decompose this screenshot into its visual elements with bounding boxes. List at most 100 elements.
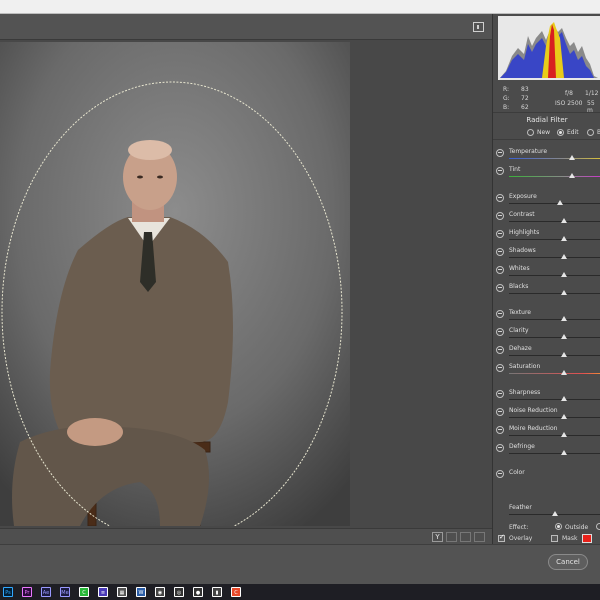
taskbar-app-icon[interactable]: C xyxy=(79,587,89,597)
slider-shadows[interactable]: Shadows xyxy=(493,245,600,263)
mask-checkbox[interactable] xyxy=(551,535,558,542)
slider-dehaze[interactable]: Dehaze xyxy=(493,343,600,361)
slider-whites[interactable]: Whites xyxy=(493,263,600,281)
whites-reset-icon[interactable] xyxy=(496,266,504,274)
noise-reduction-thumb[interactable] xyxy=(561,414,568,419)
taskbar: Ps Pr Ae Me C ≡ ▦ W ◉ ◎ ● ▮ C xyxy=(0,584,600,600)
highlights-reset-icon[interactable] xyxy=(496,230,504,238)
slider-texture[interactable]: Texture xyxy=(493,307,600,325)
slider-feather[interactable]: Feather xyxy=(493,502,600,520)
sharpness-track[interactable] xyxy=(509,399,600,400)
taskbar-app-icon[interactable]: ≡ xyxy=(98,587,108,597)
tint-thumb[interactable] xyxy=(568,173,575,178)
contrast-thumb[interactable] xyxy=(561,218,568,223)
taskbar-app-icon[interactable]: Ps xyxy=(3,587,13,597)
mask-color-swatch[interactable] xyxy=(582,534,592,543)
mode-brush-radio[interactable] xyxy=(587,129,594,136)
shadows-thumb[interactable] xyxy=(561,254,568,259)
tint-reset-icon[interactable] xyxy=(496,167,504,175)
taskbar-app-icon[interactable]: ◎ xyxy=(174,587,184,597)
noise-reduction-reset-icon[interactable] xyxy=(496,408,504,416)
mode-new-radio[interactable] xyxy=(527,129,534,136)
shadows-reset-icon[interactable] xyxy=(496,248,504,256)
highlights-thumb[interactable] xyxy=(561,236,568,241)
slider-saturation[interactable]: Saturation xyxy=(493,361,600,379)
whites-track[interactable] xyxy=(509,275,600,276)
taskbar-app-icon[interactable]: W xyxy=(136,587,146,597)
exposure-thumb[interactable] xyxy=(556,200,563,205)
highlights-track[interactable] xyxy=(509,239,600,240)
moire-reduction-thumb[interactable] xyxy=(561,432,568,437)
export-icon[interactable] xyxy=(473,22,484,32)
g-value: 72 xyxy=(521,95,529,102)
slider-sharpness[interactable]: Sharpness xyxy=(493,387,600,405)
taskbar-app-icon[interactable]: ● xyxy=(193,587,203,597)
b-value: 62 xyxy=(521,104,529,111)
dehaze-reset-icon[interactable] xyxy=(496,346,504,354)
temperature-thumb[interactable] xyxy=(568,155,575,160)
taskbar-app-icon[interactable]: Me xyxy=(60,587,70,597)
clarity-thumb[interactable] xyxy=(561,334,568,339)
taskbar-app-icon[interactable]: C xyxy=(231,587,241,597)
before-after-split-icon[interactable] xyxy=(446,532,457,542)
slider-tint[interactable]: Tint xyxy=(493,164,600,182)
taskbar-app-icon[interactable]: Ae xyxy=(41,587,51,597)
moire-reduction-track[interactable] xyxy=(509,435,600,436)
slider-defringe[interactable]: Defringe xyxy=(493,441,600,459)
contrast-reset-icon[interactable] xyxy=(496,212,504,220)
saturation-track[interactable] xyxy=(509,373,600,374)
slider-blacks[interactable]: Blacks xyxy=(493,281,600,299)
exposure-track[interactable] xyxy=(509,203,600,204)
blacks-thumb[interactable] xyxy=(561,290,568,295)
before-after-y-button[interactable]: Y xyxy=(432,532,443,542)
defringe-track[interactable] xyxy=(509,453,600,454)
clarity-track[interactable] xyxy=(509,337,600,338)
dehaze-thumb[interactable] xyxy=(561,352,568,357)
saturation-thumb[interactable] xyxy=(561,370,568,375)
shadows-track[interactable] xyxy=(509,257,600,258)
moire-reduction-reset-icon[interactable] xyxy=(496,426,504,434)
slider-exposure[interactable]: Exposure xyxy=(493,191,600,209)
temperature-reset-icon[interactable] xyxy=(496,149,504,157)
saturation-reset-icon[interactable] xyxy=(496,364,504,372)
sharpness-reset-icon[interactable] xyxy=(496,390,504,398)
slider-contrast[interactable]: Contrast xyxy=(493,209,600,227)
cancel-button[interactable]: Cancel xyxy=(548,554,588,570)
photo-preview[interactable] xyxy=(0,42,350,526)
temperature-track[interactable] xyxy=(509,158,600,159)
noise-reduction-track[interactable] xyxy=(509,417,600,418)
texture-reset-icon[interactable] xyxy=(496,310,504,318)
effect-inside-radio[interactable] xyxy=(596,523,600,530)
canvas-area[interactable] xyxy=(0,40,492,528)
texture-thumb[interactable] xyxy=(561,316,568,321)
blacks-track[interactable] xyxy=(509,293,600,294)
taskbar-app-icon[interactable]: ▮ xyxy=(212,587,222,597)
effect-outside-radio[interactable] xyxy=(555,523,562,530)
taskbar-app-icon[interactable]: ▦ xyxy=(117,587,127,597)
slider-highlights[interactable]: Highlights xyxy=(493,227,600,245)
slider-moire-reduction[interactable]: Moire Reduction xyxy=(493,423,600,441)
sharpness-thumb[interactable] xyxy=(561,396,568,401)
whites-thumb[interactable] xyxy=(561,272,568,277)
texture-track[interactable] xyxy=(509,319,600,320)
slider-clarity[interactable]: Clarity xyxy=(493,325,600,343)
color-row[interactable]: Color xyxy=(493,467,600,485)
before-after-swap-icon[interactable] xyxy=(460,532,471,542)
taskbar-app-icon[interactable]: ◉ xyxy=(155,587,165,597)
slider-noise-reduction[interactable]: Noise Reduction xyxy=(493,405,600,423)
mode-edit-radio[interactable] xyxy=(557,129,564,136)
taskbar-app-icon[interactable]: Pr xyxy=(22,587,32,597)
defringe-thumb[interactable] xyxy=(561,450,568,455)
dehaze-track[interactable] xyxy=(509,355,600,356)
exposure-reset-icon[interactable] xyxy=(496,194,504,202)
overlay-checkbox[interactable] xyxy=(498,533,505,542)
color-reset-icon[interactable] xyxy=(496,470,504,478)
defringe-reset-icon[interactable] xyxy=(496,444,504,452)
slider-temperature[interactable]: Temperature xyxy=(493,146,600,164)
blacks-reset-icon[interactable] xyxy=(496,284,504,292)
settings-menu-icon[interactable] xyxy=(474,532,485,542)
tint-track[interactable] xyxy=(509,176,600,177)
clarity-reset-icon[interactable] xyxy=(496,328,504,336)
feather-thumb[interactable] xyxy=(552,511,558,516)
contrast-track[interactable] xyxy=(509,221,600,222)
